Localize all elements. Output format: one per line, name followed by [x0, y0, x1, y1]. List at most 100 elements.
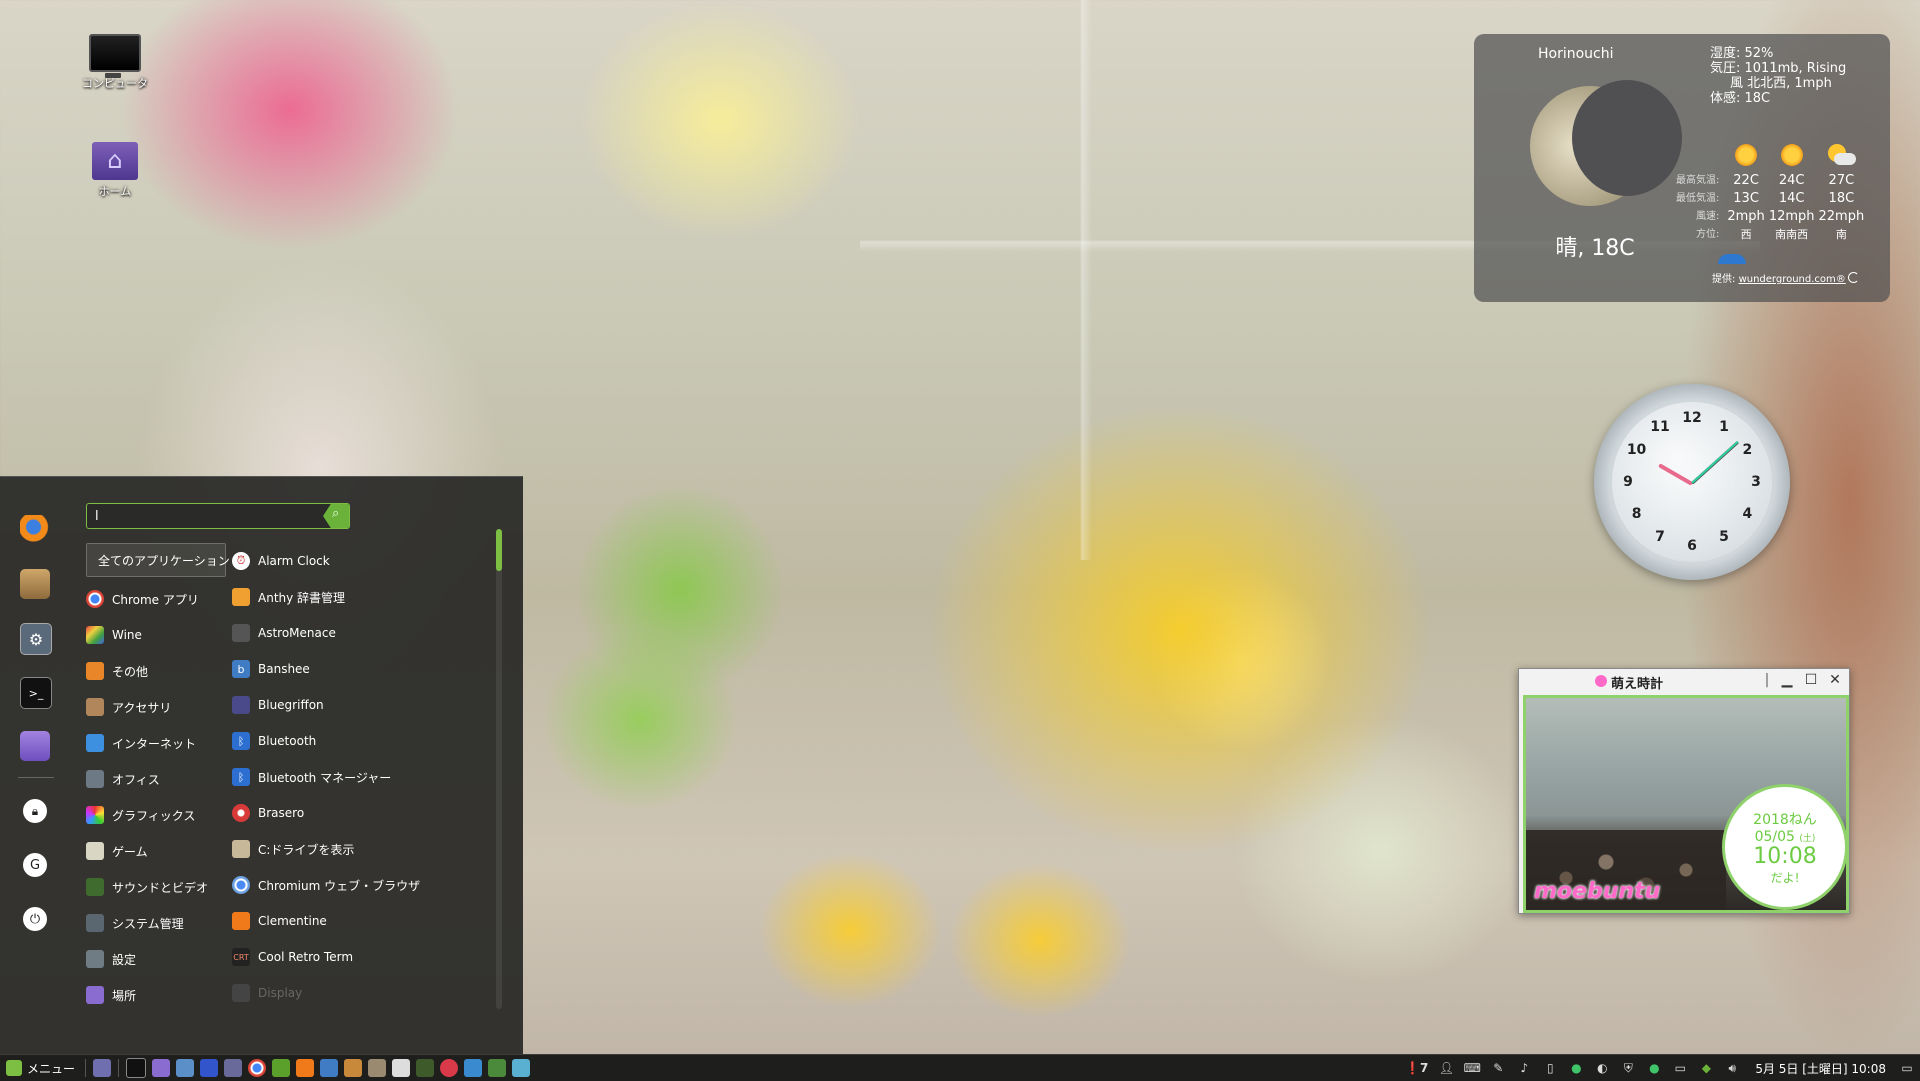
category-wine[interactable]: Wine	[86, 617, 226, 653]
notifications-indicator[interactable]: ❗ 7	[1405, 1060, 1428, 1076]
app-bluetooth-manager[interactable]: ᛒ Bluetooth マネージャー	[232, 759, 482, 795]
maximize-button[interactable]: ☐	[1801, 672, 1821, 690]
clock-numeral: 8	[1631, 506, 1642, 522]
app-alarm-clock[interactable]: ⏰︎ Alarm Clock	[232, 543, 482, 579]
search-input[interactable]	[93, 506, 317, 526]
moe-date: 05/05 (土)	[1725, 829, 1845, 845]
clock-numeral: 12	[1682, 410, 1702, 426]
application-list: ⏰︎ Alarm Clock Anthy 辞書管理 AstroMenace b Ba…	[232, 543, 482, 1011]
category-games[interactable]: ゲーム	[86, 833, 226, 869]
clementine-launcher-icon[interactable]	[296, 1059, 315, 1077]
sync-icon[interactable]: ●	[1646, 1060, 1662, 1076]
forecast-label-low: 最低気温:	[1676, 193, 1720, 204]
system-settings-icon[interactable]: ⚙	[20, 623, 52, 655]
app-chromium[interactable]: Chromium ウェブ・ブラウザ	[232, 867, 482, 903]
spotify-launcher-icon[interactable]	[272, 1059, 291, 1077]
lock-icon[interactable]: 🔒︎	[23, 799, 47, 823]
menu-scrollbar[interactable]	[496, 529, 502, 1009]
category-all[interactable]: 全てのアプリケーション	[86, 543, 230, 577]
moe-app-icon	[1595, 675, 1607, 687]
desktop-icon-home[interactable]: ホーム	[60, 142, 170, 199]
system-tray: ❗ 7 👤︎ ⌨ ✎ ♪ ▯ ● ◐ ⛨ ● ▭ ◆ 🔊︎ 5月 5日 [土曜日]…	[1400, 1055, 1920, 1081]
network-launcher-icon[interactable]	[488, 1059, 507, 1077]
wunderground-link[interactable]: wunderground.com®	[1739, 274, 1846, 285]
weather-widget: Horinouchi 晴, 18C 湿度: 52% 気圧: 1011mb, Ri…	[1474, 34, 1890, 302]
browser-launcher-icon[interactable]	[176, 1059, 195, 1077]
logout-icon[interactable]: G	[23, 853, 47, 877]
category-sound-video[interactable]: サウンドとビデオ	[86, 869, 226, 905]
pen-icon[interactable]: ✎	[1490, 1060, 1506, 1076]
clock-numeral: 1	[1719, 418, 1729, 435]
terminal-icon[interactable]: >_	[20, 677, 52, 709]
app-label: Clementine	[258, 914, 327, 928]
category-internet[interactable]: インターネット	[86, 725, 226, 761]
app-clementine[interactable]: Clementine	[232, 903, 482, 939]
moe-clock-window[interactable]: 萌え時計 | ▁ ☐ ✕ moebuntu 2018ねん 05/05 (土) 1…	[1518, 668, 1850, 914]
menu-button[interactable]: メニュー	[0, 1055, 81, 1081]
places-folder-icon	[86, 986, 104, 1004]
category-administration[interactable]: システム管理	[86, 905, 226, 941]
category-office[interactable]: オフィス	[86, 761, 226, 797]
calculator-launcher-icon[interactable]	[392, 1059, 411, 1077]
shield-icon[interactable]: ⛨	[1620, 1060, 1636, 1076]
app-cool-retro-term[interactable]: CRT Cool Retro Term	[232, 939, 482, 975]
wine-icon	[86, 626, 104, 644]
store-launcher-icon[interactable]	[464, 1059, 483, 1077]
search-icon[interactable]	[323, 504, 349, 528]
banshee-launcher-icon[interactable]	[320, 1059, 339, 1077]
power-icon[interactable]: ⏻	[23, 907, 47, 931]
update-icon[interactable]: ◐	[1594, 1060, 1610, 1076]
show-desktop-icon[interactable]	[93, 1059, 112, 1077]
brasero-launcher-icon[interactable]	[440, 1059, 459, 1077]
category-chrome-apps[interactable]: Chrome アプリ	[86, 581, 226, 617]
terminal-launcher-icon[interactable]	[126, 1058, 147, 1078]
monitor-launcher-icon[interactable]	[416, 1059, 435, 1077]
category-settings[interactable]: 設定	[86, 941, 226, 977]
scrollbar-thumb[interactable]	[496, 529, 502, 571]
gimp-launcher-icon[interactable]	[344, 1059, 363, 1077]
image-viewer-launcher-icon[interactable]	[224, 1059, 243, 1077]
keyboard-input-icon[interactable]: ⌨	[1464, 1060, 1481, 1076]
category-graphics[interactable]: グラフィックス	[86, 797, 226, 833]
folder-icon[interactable]	[20, 731, 50, 761]
firefox-icon[interactable]	[20, 515, 50, 545]
app-display[interactable]: Display	[232, 975, 482, 1011]
refresh-icon[interactable]	[1847, 272, 1859, 283]
app-bluetooth[interactable]: ᛒ Bluetooth	[232, 723, 482, 759]
menu-button-label: メニュー	[27, 1061, 76, 1076]
app-anthy[interactable]: Anthy 辞書管理	[232, 579, 482, 615]
app-wine-c-drive[interactable]: C:ドライブを表示	[232, 831, 482, 867]
app-brasero[interactable]: Brasero	[232, 795, 482, 831]
category-places[interactable]: 場所	[86, 977, 226, 1013]
user-icon[interactable]: 👤︎	[1438, 1060, 1454, 1076]
chrome-launcher-icon[interactable]	[248, 1059, 267, 1077]
taskbar-divider	[118, 1059, 120, 1077]
astromenace-icon	[232, 624, 250, 642]
app-astromenace[interactable]: AstroMenace	[232, 615, 482, 651]
clipboard-icon[interactable]: ▯	[1542, 1060, 1558, 1076]
music-icon[interactable]: ♪	[1516, 1060, 1532, 1076]
pin-icon[interactable]: |	[1757, 672, 1777, 690]
network-icon[interactable]: ◆	[1698, 1060, 1714, 1076]
app-launcher-icon[interactable]	[368, 1059, 387, 1077]
application-menu: ⚙ >_ 🔒︎ G ⏻ 全てのアプリケーション Chrome アプリ Wine …	[0, 476, 523, 1055]
show-desktop-tray-icon[interactable]: ▭	[1899, 1060, 1915, 1076]
app-banshee[interactable]: b Banshee	[232, 651, 482, 687]
window-titlebar[interactable]: 萌え時計 | ▁ ☐ ✕	[1519, 669, 1849, 693]
taskbar-clock[interactable]: 5月 5日 [土曜日] 10:08	[1755, 1060, 1886, 1077]
category-other[interactable]: その他	[86, 653, 226, 689]
package-icon[interactable]	[20, 569, 50, 599]
close-button[interactable]: ✕	[1825, 672, 1845, 690]
desktop-icon-computer[interactable]: コンピュータ	[60, 34, 170, 91]
writer-launcher-icon[interactable]	[512, 1059, 531, 1077]
volume-icon[interactable]: 🔊︎	[1724, 1060, 1740, 1076]
evernote-icon[interactable]: ●	[1568, 1060, 1584, 1076]
keyboard-layout-icon[interactable]: ▭	[1672, 1060, 1688, 1076]
app-bluegriffon[interactable]: Bluegriffon	[232, 687, 482, 723]
files-launcher-icon[interactable]	[152, 1059, 171, 1077]
minimize-button[interactable]: ▁	[1777, 672, 1797, 690]
category-accessories[interactable]: アクセサリ	[86, 689, 226, 725]
thunderbird-launcher-icon[interactable]	[200, 1059, 219, 1077]
search-box[interactable]	[86, 503, 350, 529]
chromium-icon	[232, 876, 250, 894]
